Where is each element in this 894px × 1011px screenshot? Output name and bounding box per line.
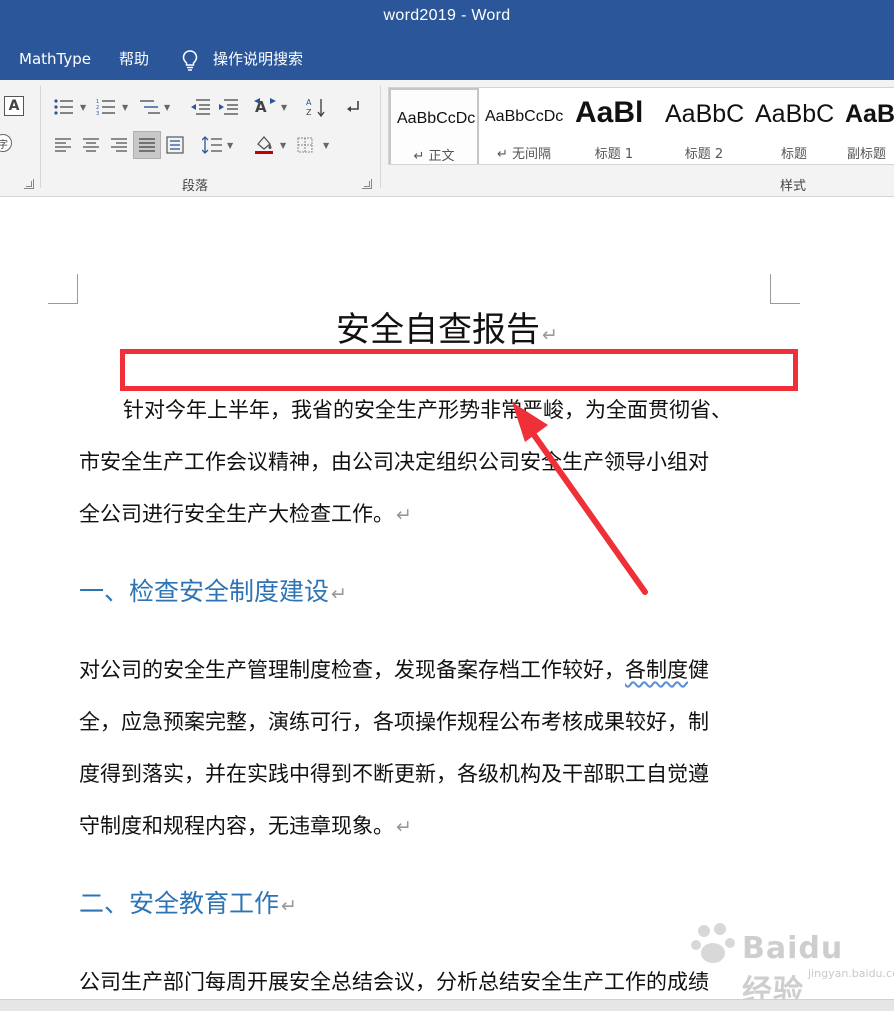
paw-icon [691, 923, 735, 963]
paragraph-line[interactable]: 市安全生产工作会议精神，由公司决定组织公司安全生产领导小组对 [79, 449, 709, 475]
paragraph-line[interactable]: 度得到落实，并在实践中得到不断更新，各级机构及干部职工自觉遵 [79, 761, 709, 787]
styles-gallery: AaBbCcDc ↵ 正文 AaBbCcDc ↵ 无间隔 AaBl 标题 1 A… [388, 87, 894, 165]
menu-bar: MathType 帮助 操作说明搜索 [0, 36, 894, 80]
chevron-down-icon[interactable]: ▼ [323, 141, 329, 150]
chinese-layout-icon[interactable]: A [252, 95, 278, 119]
paragraph-text: 守制度和规程内容，无违章现象。 [79, 814, 394, 838]
paragraph-line[interactable]: 针对今年上半年，我省的安全生产形势非常严峻，为全面贯彻省、 [123, 397, 732, 423]
style-name: ↵ 无间隔 [496, 147, 552, 162]
decrease-indent-icon[interactable] [188, 96, 212, 118]
baidu-watermark: Baidu经验 jingyan.baidu.com [688, 909, 894, 999]
spelling-flag[interactable]: 各制度 [625, 658, 688, 682]
group-separator [40, 86, 41, 188]
paragraph-text: 对公司的安全生产管理制度检查，发现备案存档工作较好， [79, 658, 625, 682]
paragraph-group-label: 段落 [182, 179, 209, 194]
paragraph-dialog-launcher[interactable] [362, 179, 372, 189]
paragraph-line[interactable]: 全公司进行安全生产大检查工作。 ↵ [79, 501, 412, 528]
tell-me-search[interactable]: 操作说明搜索 [213, 50, 303, 68]
numbering-icon[interactable]: 123 [94, 96, 118, 118]
bullets-icon[interactable] [52, 96, 76, 118]
chevron-down-icon[interactable]: ▼ [280, 141, 286, 150]
title-bar: word2019 - Word [0, 0, 894, 36]
paragraph-line[interactable]: 全，应急预案完整，演练可行，各项操作规程公布考核成果较好，制 [79, 709, 709, 735]
style-name: 标题 2 [684, 147, 724, 162]
paragraph-text: 全公司进行安全生产大检查工作。 [79, 502, 394, 526]
line-spacing-icon[interactable] [200, 133, 224, 157]
paragraph-line[interactable]: 公司生产部门每周开展安全总结会议，分析总结安全生产工作的成绩 [79, 969, 709, 995]
style-name: 标题 [780, 147, 807, 162]
style-sample: AaBbCcDc [397, 110, 476, 127]
text-border-icon[interactable]: A [4, 96, 24, 116]
align-left-icon[interactable] [52, 134, 74, 156]
paragraph-mark: ↵ [396, 504, 412, 526]
styles-group-label: 样式 [780, 179, 807, 194]
svg-text:3: 3 [96, 111, 99, 115]
window-title: word2019 - Word [383, 7, 511, 24]
paragraph-mark: ↵ [331, 583, 347, 605]
chevron-down-icon[interactable]: ▼ [227, 141, 233, 150]
paragraph-mark: ↵ [396, 816, 412, 838]
style-heading-2[interactable]: AaBbC 标题 2 [659, 88, 749, 164]
crop-mark [48, 274, 78, 304]
align-center-icon[interactable] [80, 134, 102, 156]
style-sample: AaBbCcDc [485, 108, 564, 125]
style-no-spacing[interactable]: AaBbCcDc ↵ 无间隔 [479, 88, 569, 164]
svg-text:A: A [306, 98, 312, 107]
style-heading-1[interactable]: AaBl 标题 1 [569, 88, 659, 164]
borders-icon[interactable] [294, 134, 316, 156]
document-page[interactable]: 安全自查报告 ↵ 针对今年上半年，我省的安全生产形势非常严峻，为全面贯彻省、 市安… [0, 197, 894, 999]
justify-icon[interactable] [133, 131, 161, 159]
sort-icon[interactable]: AZ [304, 95, 328, 119]
horizontal-scrollbar[interactable] [0, 999, 894, 1011]
ribbon: A 字 ▼ 123 ▼ ▼ A ▼ AZ ▼ ▼ ▼ 段落 AaBbCcDc ↵… [0, 80, 894, 197]
show-paragraph-marks-icon[interactable] [342, 95, 364, 119]
menu-help[interactable]: 帮助 [119, 50, 149, 68]
enclose-character-icon[interactable]: 字 [0, 134, 12, 152]
menu-mathtype[interactable]: MathType [19, 50, 91, 68]
lightbulb-icon[interactable] [181, 49, 199, 71]
watermark-url: jingyan.baidu.com [808, 967, 894, 980]
style-sample: AaB [845, 100, 894, 128]
style-name: 标题 1 [594, 147, 634, 162]
chevron-down-icon[interactable]: ▼ [80, 103, 86, 112]
paragraph-mark: ↵ [281, 895, 297, 917]
svg-text:Z: Z [306, 108, 312, 117]
chevron-down-icon[interactable]: ▼ [281, 103, 287, 112]
style-normal[interactable]: AaBbCcDc ↵ 正文 [389, 88, 479, 164]
align-right-icon[interactable] [108, 134, 130, 156]
multilevel-list-icon[interactable] [138, 96, 162, 118]
section-heading[interactable]: 二、安全教育工作 ↵ [79, 889, 297, 921]
style-name: 副标题 [847, 147, 887, 162]
increase-indent-icon[interactable] [216, 96, 240, 118]
style-subtitle[interactable]: AaB 副标题 [839, 88, 894, 164]
paragraph-line[interactable]: 守制度和规程内容，无违章现象。 ↵ [79, 813, 412, 840]
watermark-text: Baidu经验 [742, 931, 844, 999]
title-text: 安全自查报告 [336, 310, 541, 350]
style-sample: AaBbC [665, 100, 745, 128]
highlight-box [120, 349, 798, 391]
distributed-align-icon[interactable] [164, 133, 186, 157]
group-separator [380, 86, 381, 188]
crop-mark [770, 274, 800, 304]
chevron-down-icon[interactable]: ▼ [122, 103, 128, 112]
section-heading[interactable]: 一、检查安全制度建设 ↵ [79, 577, 347, 609]
shading-icon[interactable] [252, 132, 276, 156]
style-title[interactable]: AaBbC 标题 [749, 88, 839, 164]
heading-text: 二、安全教育工作 [79, 889, 280, 918]
style-sample: AaBl [575, 96, 644, 129]
style-sample: AaBbC [755, 100, 835, 128]
chevron-down-icon[interactable]: ▼ [164, 103, 170, 112]
paragraph-text: 健 [688, 658, 709, 682]
font-dialog-launcher[interactable] [24, 179, 34, 189]
paragraph-mark: ↵ [542, 324, 558, 346]
paragraph-line[interactable]: 对公司的安全生产管理制度检查，发现备案存档工作较好，各制度健 [79, 657, 709, 683]
heading-text: 一、检查安全制度建设 [79, 577, 330, 606]
style-name: ↵ 正文 [413, 149, 455, 164]
